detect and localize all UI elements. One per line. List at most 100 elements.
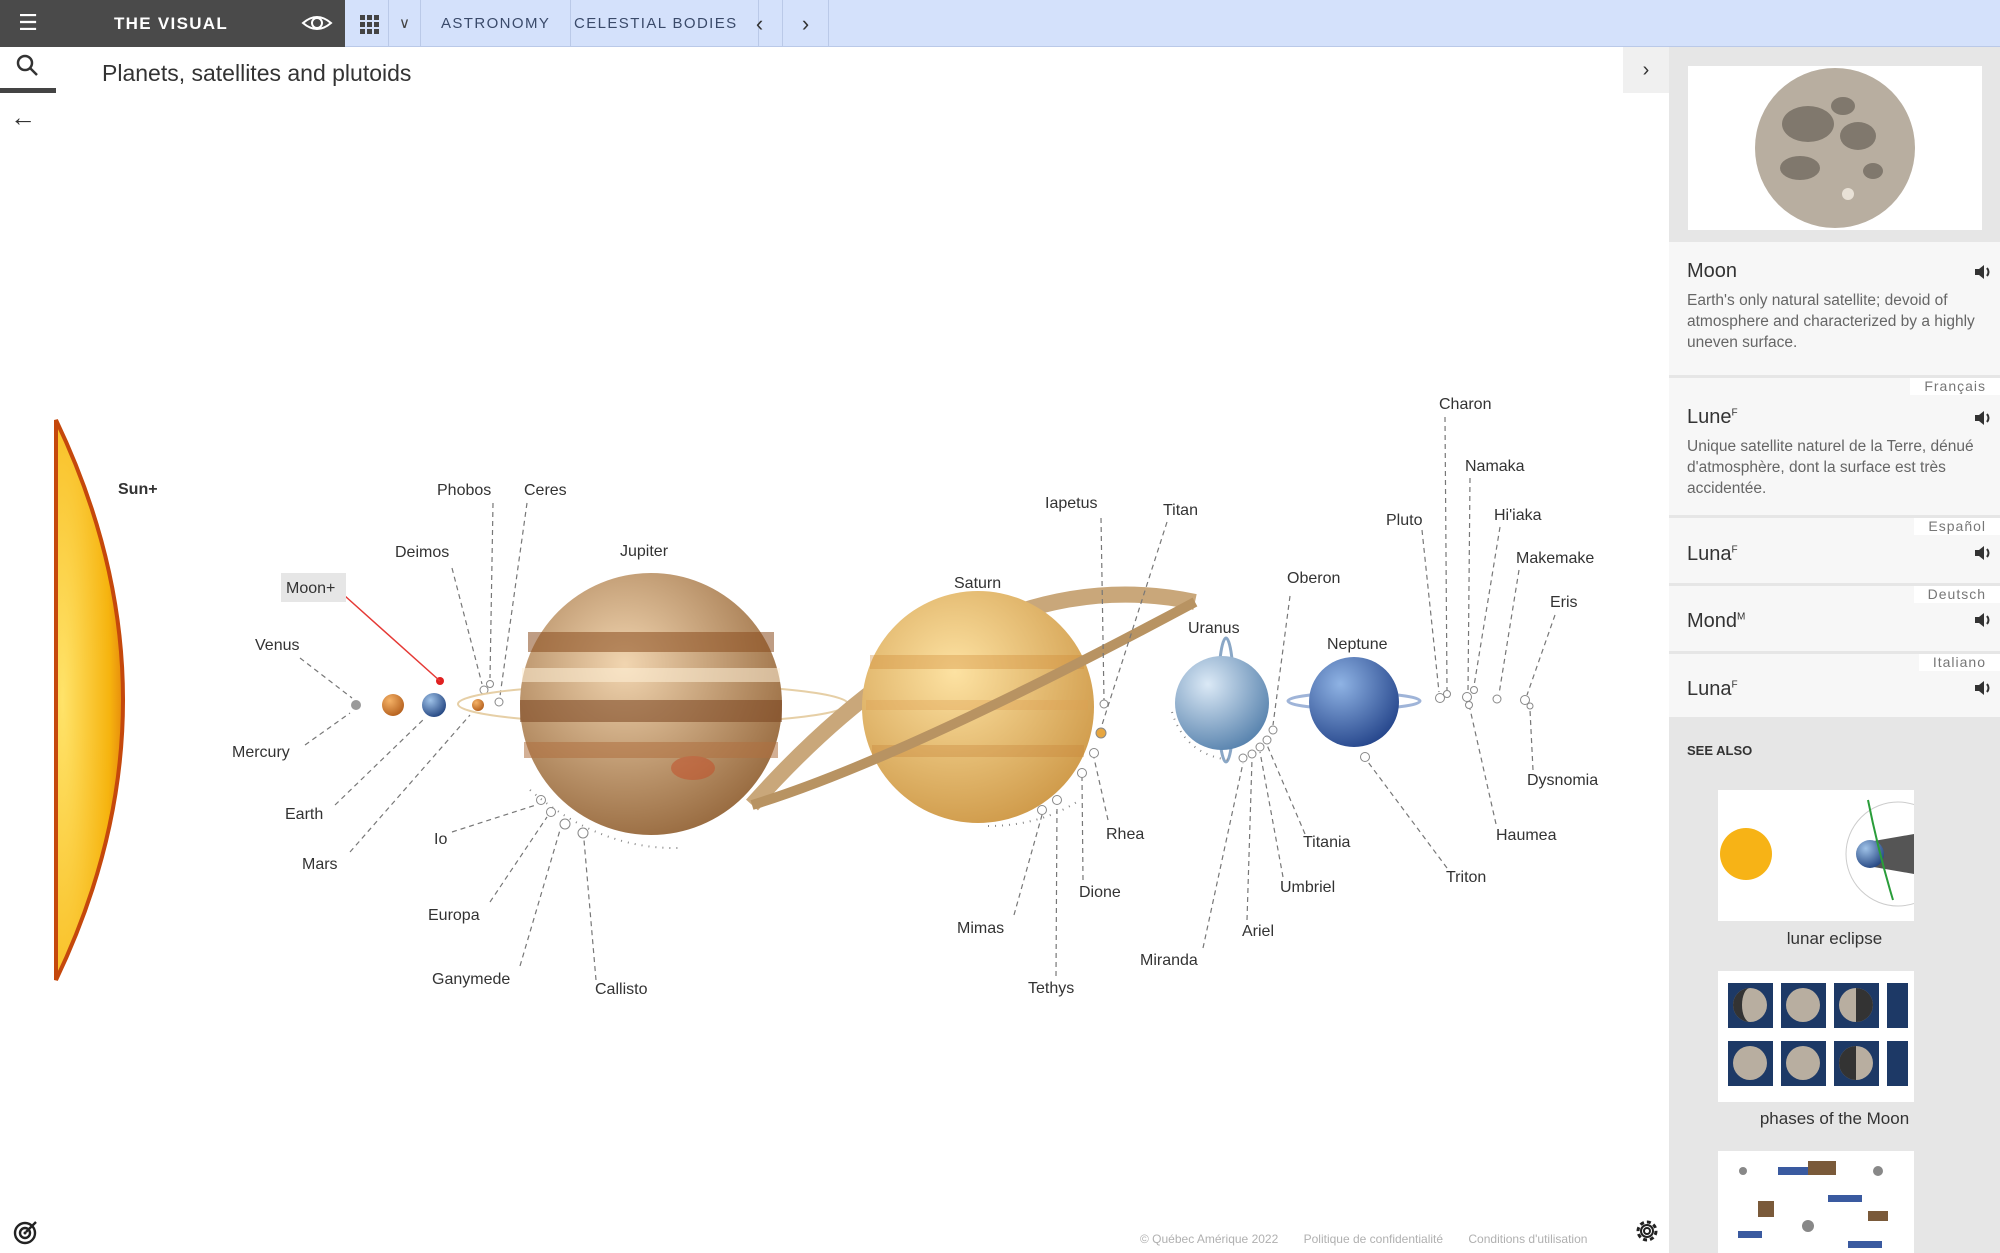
- top-bar: ☰ THE VISUAL ∨ ASTRONOMY CELESTIAL BODIE…: [0, 0, 2000, 47]
- term-side-panel: Moon Earth's only natural satellite; dev…: [1669, 47, 2000, 1253]
- label-titan[interactable]: Titan: [1163, 502, 1198, 519]
- previous-arrow-icon[interactable]: ‹: [737, 0, 783, 47]
- brand-block: ☰ THE VISUAL: [0, 0, 345, 47]
- label-tethys[interactable]: Tethys: [1028, 980, 1074, 997]
- search-icon[interactable]: [0, 47, 56, 93]
- translation-name-german: MondM: [1687, 610, 1746, 632]
- label-dysnomia[interactable]: Dysnomia: [1527, 772, 1598, 789]
- jupiter-leader-lines: [451, 804, 597, 981]
- mercury-planet[interactable]: [351, 700, 361, 710]
- eye-icon[interactable]: [300, 9, 334, 37]
- label-mimas[interactable]: Mimas: [957, 920, 1004, 937]
- speaker-icon[interactable]: [1972, 408, 1994, 428]
- term-definition: Earth's only natural satellite; devoid o…: [1687, 292, 1975, 351]
- label-titania[interactable]: Titania: [1303, 834, 1351, 851]
- label-jupiter[interactable]: Jupiter: [620, 543, 669, 560]
- lang-label-french: Français: [1910, 378, 2000, 395]
- neptune-planet[interactable]: [1309, 657, 1399, 747]
- term-name: Moon: [1687, 260, 1738, 282]
- lunar-eclipse-thumbnail[interactable]: [1718, 790, 1951, 921]
- moon-leader-line: [344, 595, 441, 682]
- moon-image[interactable]: [1688, 66, 1982, 230]
- sun-disc[interactable]: [54, 419, 125, 981]
- label-ceres[interactable]: Ceres: [524, 482, 567, 499]
- label-earth[interactable]: Earth: [285, 806, 323, 823]
- lang-label-spanish: Español: [1914, 518, 2000, 535]
- breadcrumb-celestial-bodies[interactable]: CELESTIAL BODIES: [554, 0, 759, 47]
- footer: © Québec Amérique 2022 Politique de conf…: [1140, 1232, 1609, 1246]
- see-also-caption-lunar-eclipse[interactable]: lunar eclipse: [1669, 929, 2000, 949]
- see-also-caption-moon-phases[interactable]: phases of the Moon: [1669, 1109, 2000, 1129]
- venus-planet[interactable]: [382, 694, 404, 716]
- term-french: Français LuneF Unique satellite naturel …: [1669, 378, 2000, 518]
- label-pluto[interactable]: Pluto: [1386, 512, 1423, 529]
- translation-name-spanish: LunaF: [1687, 543, 1738, 565]
- deimos-moon[interactable]: [486, 680, 494, 688]
- moon-phases-thumbnail[interactable]: [1718, 971, 1914, 1102]
- privacy-link[interactable]: Politique de confidentialité: [1304, 1232, 1443, 1246]
- brand-title[interactable]: THE VISUAL: [114, 0, 228, 47]
- label-ganymede[interactable]: Ganymede: [432, 971, 510, 988]
- solar-system-diagram: Sun+ Moon+ Venus Mercury Earth Mars Phob…: [54, 396, 1598, 998]
- uranus-planet[interactable]: [1175, 656, 1269, 750]
- label-deimos[interactable]: Deimos: [395, 544, 449, 561]
- label-phobos[interactable]: Phobos: [437, 482, 491, 499]
- label-europa[interactable]: Europa: [428, 907, 480, 924]
- term-german: Deutsch MondM: [1669, 586, 2000, 654]
- breadcrumb-astronomy[interactable]: ASTRONOMY: [421, 0, 572, 47]
- plutoid-leader-lines: [1421, 416, 1556, 825]
- speaker-icon[interactable]: [1972, 610, 1994, 630]
- label-moon[interactable]: Moon+: [286, 580, 335, 597]
- label-charon[interactable]: Charon: [1439, 396, 1491, 413]
- label-eris[interactable]: Eris: [1550, 594, 1578, 611]
- collapse-panel-button[interactable]: ›: [1623, 47, 1669, 93]
- label-ariel[interactable]: Ariel: [1242, 923, 1274, 940]
- label-mercury[interactable]: Mercury: [232, 744, 290, 761]
- gear-icon[interactable]: [1632, 1216, 1662, 1246]
- label-callisto[interactable]: Callisto: [595, 981, 648, 998]
- label-namaka[interactable]: Namaka: [1465, 458, 1525, 475]
- label-rhea[interactable]: Rhea: [1106, 826, 1144, 843]
- triton-leader-line: [1367, 761, 1448, 869]
- label-venus[interactable]: Venus: [255, 637, 299, 654]
- label-makemake[interactable]: Makemake: [1516, 550, 1594, 567]
- label-iapetus[interactable]: Iapetus: [1045, 495, 1097, 512]
- plutoid-bodies: [1435, 686, 1534, 710]
- translation-name-italian: LunaF: [1687, 678, 1738, 700]
- space-exploration-thumbnail[interactable]: [1718, 1151, 1914, 1253]
- speaker-icon[interactable]: [1972, 543, 1994, 563]
- translation-definition-french: Unique satellite naturel de la Terre, dé…: [1687, 438, 1974, 497]
- label-sun[interactable]: Sun+: [118, 481, 158, 498]
- label-io[interactable]: Io: [434, 831, 447, 848]
- translation-name-french: LuneF: [1687, 406, 1738, 428]
- lang-label-italian: Italiano: [1918, 654, 2000, 671]
- speaker-icon[interactable]: [1972, 678, 1994, 698]
- label-neptune[interactable]: Neptune: [1327, 636, 1388, 653]
- see-also-heading: SEE ALSO: [1687, 743, 1753, 758]
- label-haumea[interactable]: Haumea: [1496, 827, 1557, 844]
- terms-link[interactable]: Conditions d'utilisation: [1468, 1232, 1587, 1246]
- label-umbriel[interactable]: Umbriel: [1280, 879, 1335, 896]
- hamburger-icon[interactable]: ☰: [14, 10, 42, 36]
- speaker-icon[interactable]: [1972, 262, 1994, 282]
- term-italian: Italiano LunaF: [1669, 654, 2000, 720]
- page-title: Planets, satellites and plutoids: [102, 60, 412, 86]
- label-dione[interactable]: Dione: [1079, 884, 1121, 901]
- term-spanish: Español LunaF: [1669, 518, 2000, 586]
- label-triton[interactable]: Triton: [1446, 869, 1486, 886]
- label-uranus[interactable]: Uranus: [1188, 620, 1240, 637]
- label-saturn[interactable]: Saturn: [954, 575, 1001, 592]
- label-miranda[interactable]: Miranda: [1140, 952, 1198, 969]
- mars-planet[interactable]: [472, 699, 484, 711]
- grid-menu-icon[interactable]: [345, 0, 389, 47]
- copyright: © Québec Amérique 2022: [1140, 1232, 1279, 1246]
- next-arrow-icon[interactable]: ›: [783, 0, 829, 47]
- label-mars[interactable]: Mars: [302, 856, 338, 873]
- label-oberon[interactable]: Oberon: [1287, 570, 1340, 587]
- chevron-down-icon[interactable]: ∨: [389, 0, 421, 47]
- target-icon[interactable]: [12, 1218, 40, 1246]
- earth-planet[interactable]: [422, 693, 446, 717]
- ceres-dwarf[interactable]: [494, 697, 504, 707]
- label-hiiaka[interactable]: Hi'iaka: [1494, 507, 1542, 524]
- triton-moon[interactable]: [1360, 752, 1370, 762]
